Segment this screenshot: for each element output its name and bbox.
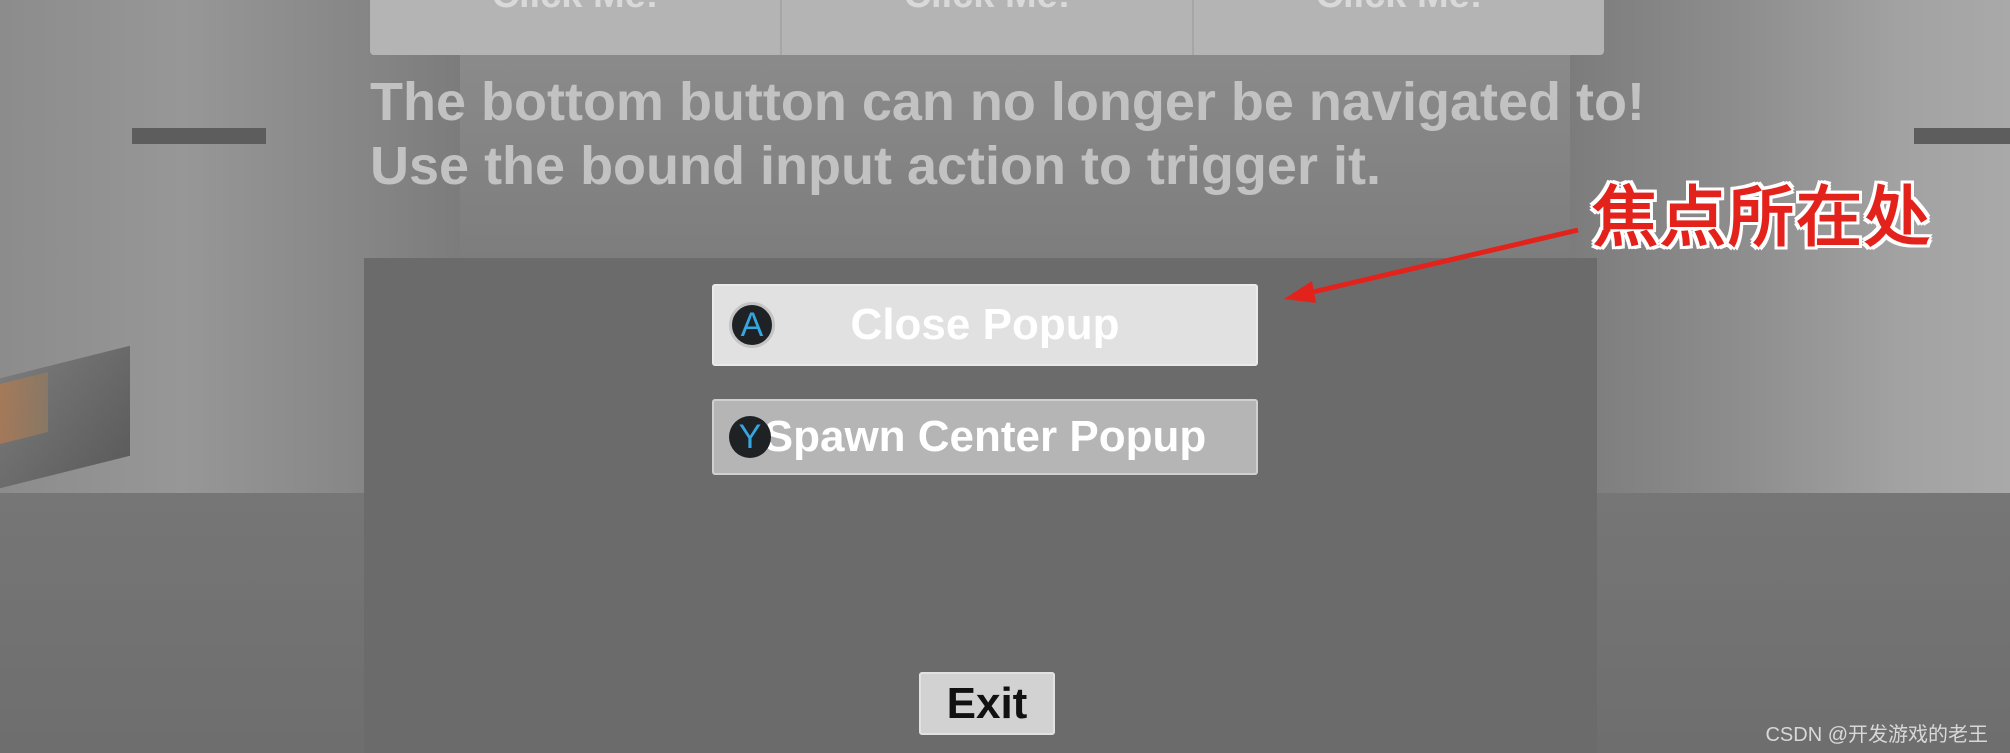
exit-button[interactable]: Exit [919,672,1055,735]
top-menu-button-3[interactable]: Click Me! [1194,0,1604,55]
exit-label: Exit [946,678,1028,728]
top-menu-strip: Click Me! Click Me! Click Me! [370,0,1604,55]
spawn-center-popup-button[interactable]: Y Spawn Center Popup [712,399,1258,475]
spawn-center-popup-label: Spawn Center Popup [763,412,1207,461]
focus-annotation-label: 焦点所在处 [1592,180,1932,254]
watermark: CSDN @开发游戏的老王 [1765,724,1988,746]
message-line-2: Use the bound input action to trigger it… [370,136,1381,196]
close-popup-button[interactable]: A Close Popup [712,284,1258,366]
popup-panel: A Close Popup Y Spawn Center Popup Exit [364,258,1597,753]
gamepad-a-button-icon: A [729,302,775,348]
close-popup-label: Close Popup [850,300,1120,349]
top-menu-button-label: Click Me! [370,0,780,17]
top-menu-button-label: Click Me! [782,0,1192,17]
navigation-message: The bottom button can no longer be navig… [370,70,1670,198]
top-menu-button-1[interactable]: Click Me! [370,0,782,55]
message-line-1: The bottom button can no longer be navig… [370,72,1645,132]
gamepad-y-button-icon: Y [729,416,771,458]
background-shelf-right [1914,128,2010,144]
background-object-highlight [0,372,48,444]
top-menu-button-label: Click Me! [1194,0,1604,17]
top-menu-button-2[interactable]: Click Me! [782,0,1194,55]
background-shelf-left [132,128,266,144]
